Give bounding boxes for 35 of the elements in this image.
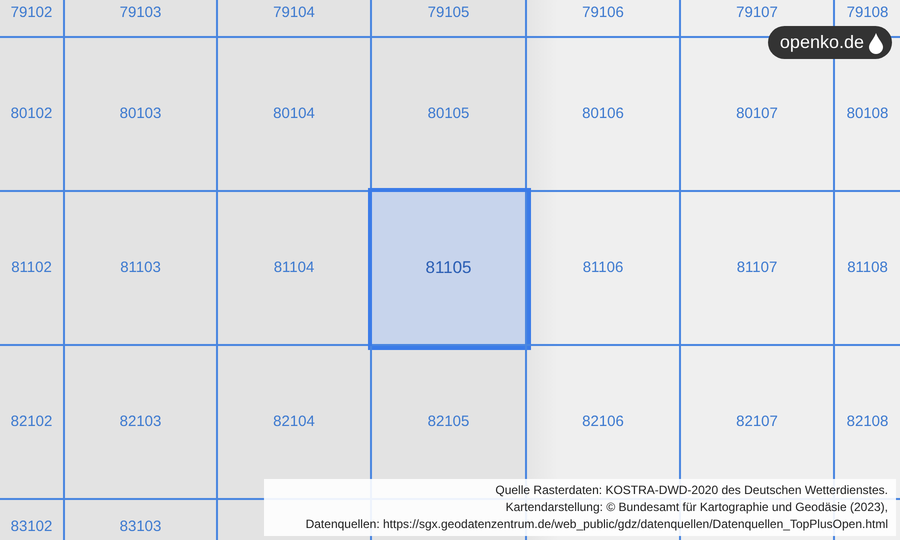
grid-label: 82107 xyxy=(736,412,778,432)
grid-label: 79102 xyxy=(10,3,52,23)
drop-icon xyxy=(868,32,884,54)
logo-text: openko.de xyxy=(780,31,864,54)
attribution-text: Quelle Rasterdaten: KOSTRA-DWD-2020 des Deutschen Wetterdienstes. xyxy=(494,482,888,499)
grid-label: 81104 xyxy=(274,258,314,278)
grid-label: 81105 xyxy=(425,257,472,280)
grid-label: 81108 xyxy=(847,258,888,278)
grid-label: 82103 xyxy=(120,412,162,432)
grid-label: 80104 xyxy=(273,104,315,124)
grid-label: 82108 xyxy=(846,412,888,432)
grid-label: 82102 xyxy=(10,412,52,432)
grid-label: 79108 xyxy=(846,3,888,23)
grid-label: 83103 xyxy=(120,517,162,537)
grid-label: 82106 xyxy=(582,412,624,432)
grid-label: 79104 xyxy=(273,3,315,23)
attribution-text: Datenquellen: https://sgx.geodatenzentrum.de/web_public/gdz/datenquellen/Datenquellen_TopPlusOpen.html xyxy=(304,516,888,533)
grid-label: 81102 xyxy=(11,258,52,278)
grid-label: 82104 xyxy=(273,412,315,432)
grid-label: 79105 xyxy=(428,3,470,23)
grid-label: 81106 xyxy=(582,258,624,278)
grid-label: 81103 xyxy=(120,258,161,278)
grid-label: 80102 xyxy=(10,104,52,124)
grid-label: 80105 xyxy=(428,104,470,124)
grid-label: 82105 xyxy=(428,412,470,432)
grid-label: 83102 xyxy=(10,517,52,537)
grid-label: 80106 xyxy=(582,104,624,124)
grid-label: 79107 xyxy=(736,3,778,23)
grid-label: 80103 xyxy=(120,104,162,124)
grid-label: 80108 xyxy=(846,104,888,124)
grid-label: 81107 xyxy=(736,258,778,278)
grid-label: 79103 xyxy=(120,3,162,23)
grid-label: 79106 xyxy=(582,3,624,23)
grid-label: 80107 xyxy=(736,104,778,124)
attribution-text: Kartendarstellung: © Bundesamt für Kartographie und Geodäsie (2023), xyxy=(504,499,888,516)
